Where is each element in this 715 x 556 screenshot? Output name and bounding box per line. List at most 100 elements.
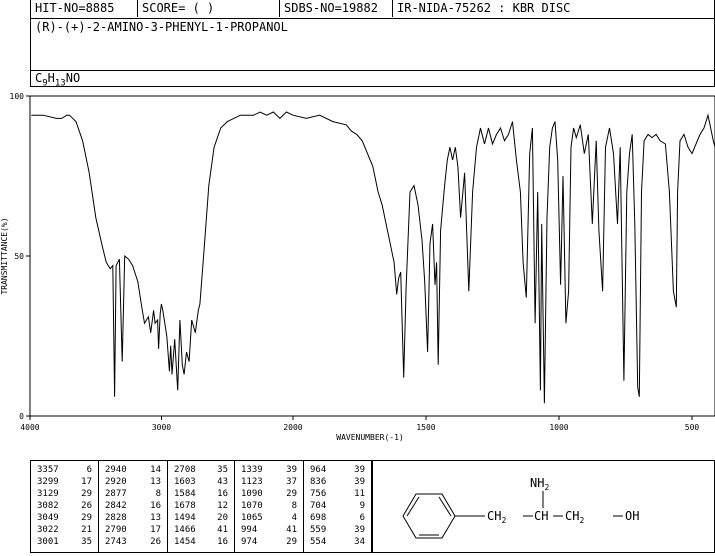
peak-transmittance: 29	[81, 489, 92, 499]
peak-column: 3357 6 3299 17 3129 29 3082 26 3049 29 3022 21 3001 3…	[31, 461, 99, 552]
x-tick-label: 500	[685, 423, 700, 432]
peak-wavenumber: 964	[310, 465, 327, 475]
structure-box: CH2 CH CH2 OH NH2	[372, 460, 715, 553]
nh2-group: NH2	[530, 476, 549, 492]
oh-group: OH	[625, 509, 639, 523]
peak-wavenumber: 836	[310, 477, 327, 487]
peak-wavenumber: 974	[241, 537, 258, 547]
peak-transmittance: 39	[354, 465, 365, 475]
peak-transmittance: 34	[354, 537, 365, 547]
y-tick-label: 0	[19, 412, 24, 421]
peak-transmittance: 6	[86, 465, 92, 475]
peak-transmittance: 20	[217, 513, 228, 523]
compound-name-box: (R)-(+)-2-AMINO-3-PHENYL-1-PROPANOL	[30, 18, 715, 71]
peak-wavenumber: 1065	[241, 513, 263, 523]
peak-transmittance: 35	[81, 537, 92, 547]
peak-transmittance: 17	[150, 525, 161, 535]
peak-wavenumber: 2842	[105, 501, 127, 511]
score: SCORE= ( )	[138, 0, 280, 17]
axis-ticks	[26, 95, 693, 420]
peak-wavenumber: 3082	[37, 501, 59, 511]
peak-transmittance: 13	[150, 477, 161, 487]
peak-transmittance: 39	[354, 477, 365, 487]
peak-wavenumber: 1454	[174, 537, 196, 547]
peak-transmittance: 8	[291, 501, 297, 511]
peak-transmittance: 41	[286, 525, 297, 535]
peak-wavenumber: 3299	[37, 477, 59, 487]
x-tick-label: 4000	[20, 423, 39, 432]
peak-transmittance: 6	[359, 513, 365, 523]
benzene-ring-icon	[402, 493, 456, 539]
peak-wavenumber: 2940	[105, 465, 127, 475]
peak-column: 964 39 836 39 756 11 704 9 698 6 559 39 554 34	[304, 461, 371, 552]
peak-transmittance: 16	[217, 489, 228, 499]
peak-wavenumber: 2828	[105, 513, 127, 523]
peak-wavenumber: 2708	[174, 465, 196, 475]
peak-wavenumber: 1603	[174, 477, 196, 487]
peak-wavenumber: 1466	[174, 525, 196, 535]
peak-transmittance: 37	[286, 477, 297, 487]
peak-wavenumber: 2743	[105, 537, 127, 547]
peak-wavenumber: 1123	[241, 477, 263, 487]
peak-wavenumber: 2877	[105, 489, 127, 499]
peak-transmittance: 26	[81, 501, 92, 511]
x-tick-label: 2000	[283, 423, 302, 432]
peak-transmittance: 12	[217, 501, 228, 511]
peak-transmittance: 41	[217, 525, 228, 535]
x-axis-label: WAVENUMBER(-1)	[336, 433, 403, 442]
peak-wavenumber: 3022	[37, 525, 59, 535]
peak-wavenumber: 1494	[174, 513, 196, 523]
peak-transmittance: 17	[81, 477, 92, 487]
peak-transmittance: 16	[217, 537, 228, 547]
peak-transmittance: 8	[155, 489, 161, 499]
compound-name: (R)-(+)-2-AMINO-3-PHENYL-1-PROPANOL	[35, 20, 288, 34]
ch-group: CH	[534, 509, 548, 523]
peak-wavenumber: 994	[241, 525, 258, 535]
peak-wavenumber: 1678	[174, 501, 196, 511]
peak-wavenumber: 1090	[241, 489, 263, 499]
peak-transmittance: 43	[217, 477, 228, 487]
peak-transmittance: 4	[291, 513, 297, 523]
peak-transmittance: 26	[150, 537, 161, 547]
peak-wavenumber: 1070	[241, 501, 263, 511]
peak-transmittance: 16	[150, 501, 161, 511]
peak-transmittance: 14	[150, 465, 161, 475]
peak-column: 1339 39 1123 37 1090 29 1070 8 1065 4 994 41 974 29	[235, 461, 304, 552]
peak-transmittance: 29	[286, 537, 297, 547]
peak-column: 2940 14 2920 13 2877 8 2842 16 2828 13 2790 17 2743 2…	[99, 461, 168, 552]
x-tick-label: 1000	[549, 423, 568, 432]
peak-wavenumber: 2920	[105, 477, 127, 487]
peak-wavenumber: 1339	[241, 465, 263, 475]
peak-transmittance: 13	[150, 513, 161, 523]
ch2-group-2: CH2	[565, 509, 584, 525]
peak-wavenumber: 698	[310, 513, 327, 523]
peak-wavenumber: 756	[310, 489, 327, 499]
molecular-formula: C9H13NO	[35, 71, 81, 89]
y-tick-label: 50	[14, 252, 24, 261]
y-axis-label: TRANSMITTANCE(%)	[0, 217, 9, 294]
chemical-structure: CH2 CH CH2 OH NH2	[402, 476, 639, 539]
spectrum-line	[31, 111, 715, 404]
peak-transmittance: 9	[359, 501, 365, 511]
formula-box: C9H13NO	[30, 70, 715, 89]
peak-wavenumber: 3129	[37, 489, 59, 499]
x-tick-label: 3000	[152, 423, 171, 432]
sdbs-number: SDBS-NO=19882	[280, 0, 393, 17]
peak-transmittance: 21	[81, 525, 92, 535]
peak-transmittance: 29	[81, 513, 92, 523]
peak-wavenumber: 1584	[174, 489, 196, 499]
peak-wavenumber: 2790	[105, 525, 127, 535]
peak-wavenumber: 3357	[37, 465, 59, 475]
peak-column: 2708 35 1603 43 1584 16 1678 12 1494 20 1466 41 1454…	[168, 461, 235, 552]
peak-wavenumber: 3001	[37, 537, 59, 547]
y-tick-label: 100	[10, 92, 25, 101]
x-tick-labels: 4000 3000 2000 1500 1000 500	[20, 423, 699, 432]
peak-transmittance: 35	[217, 465, 228, 475]
ch2-group-1: CH2	[487, 509, 506, 525]
peak-transmittance: 11	[354, 489, 365, 499]
header-row: HIT-NO=8885 SCORE= ( ) SDBS-NO=19882 IR-…	[30, 0, 715, 19]
y-tick-labels: 0 50 100	[10, 92, 25, 421]
peak-wavenumber: 3049	[37, 513, 59, 523]
peak-transmittance: 39	[354, 525, 365, 535]
ir-spectrum-chart: 0 50 100 4000 3000 2000 1500 1000 500 WAVENUMBE…	[0, 92, 715, 442]
